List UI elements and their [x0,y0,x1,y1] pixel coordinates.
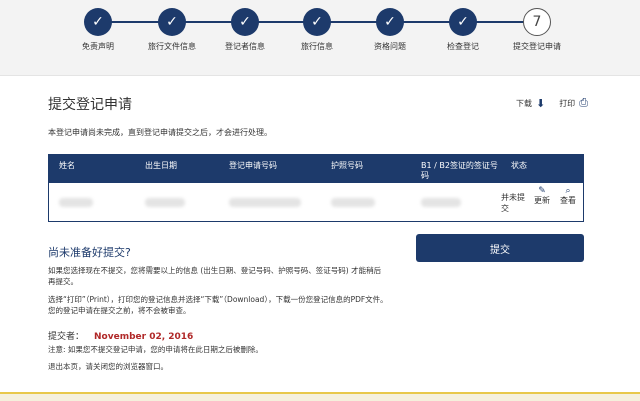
check-icon: ✓ [449,8,477,36]
registration-table: 姓名 出生日期 登记申请号码 护照号码 B1 / B2签证的签证号码 状态 并未… [48,154,584,222]
step-travel-docs: ✓ 旅行文件信息 [135,8,209,52]
redacted-name [59,198,93,207]
download-icon: ⬇ [535,96,546,110]
check-icon: ✓ [231,8,259,36]
col-dob: 出生日期 [145,161,177,170]
submitted-by-label: 提交者： [48,332,85,342]
redacted-passport [331,198,375,207]
step-label: 旅行信息 [301,42,333,51]
step-label: 检查登记 [447,42,479,51]
download-button[interactable]: 下载 ⬇ [516,97,545,110]
not-ready-para-1: 如果您选择现在不提交，您将需要以上的信息 (出生日期、登记号码、护照号码、签证号… [48,266,382,286]
step-label: 提交登记申请 [513,42,561,51]
step-eligibility: ✓ 资格问题 [353,8,427,52]
download-label: 下载 [515,98,532,108]
check-icon: ✓ [158,8,186,36]
progress-stepper: ✓ 免责声明 ✓ 旅行文件信息 ✓ 登记者信息 ✓ 旅行信息 ✓ 资格问题 ✓ … [0,0,640,76]
status-text: 并未提交 [501,193,525,213]
step-registrant: ✓ 登记者信息 [208,8,282,52]
col-status: 状态 [511,161,527,170]
check-icon: ✓ [376,8,404,36]
step-label: 免责声明 [82,42,114,51]
submit-deadline: 提交者： November 02, 2016 [48,329,193,342]
step-review: ✓ 检查登记 [426,8,500,52]
deletion-note: 注意: 如果您不提交登记申请，您的申请将在此日期之后被删除。 [48,345,263,354]
step-submit: 7 提交登记申请 [500,8,574,52]
printer-icon: ⎙ [579,96,588,109]
redacted-dob [145,198,185,207]
redacted-visa-number [421,198,461,207]
page-title: 提交登记申请 [48,97,132,113]
step-travel-info: ✓ 旅行信息 [280,8,354,52]
col-name: 姓名 [59,161,75,170]
update-label: 更新 [534,196,550,205]
footer-bar [0,392,640,401]
exit-note: 退出本页，请关闭您的浏览器窗口。 [48,362,168,371]
update-button[interactable]: ✎ 更新 [531,186,553,206]
print-button[interactable]: 打印 ⎙ [559,96,588,110]
check-icon: ✓ [303,8,331,36]
search-icon: ⌕ [565,186,571,196]
not-ready-heading: 尚未准备好提交? [48,246,131,259]
submission-panel: 提交登记申请 下载 ⬇ 打印 ⎙ 本登记申请尚未完成，直到登记申请提交之后，才会… [26,76,628,386]
page-actions: 下载 ⬇ 打印 ⎙ [516,96,588,110]
step-number: 7 [523,8,551,36]
redacted-app-number [229,198,301,207]
incomplete-notice: 本登记申请尚未完成，直到登记申请提交之后，才会进行处理。 [48,128,272,137]
check-icon: ✓ [84,8,112,36]
table-header: 姓名 出生日期 登记申请号码 护照号码 B1 / B2签证的签证号码 状态 [49,155,583,183]
print-label: 打印 [559,98,576,108]
table-row: 并未提交 ✎ 更新 ⌕ 查看 [49,183,583,221]
view-button[interactable]: ⌕ 查看 [557,186,579,206]
submit-button[interactable]: 提交 [416,234,584,262]
col-visa-number: B1 / B2签证的签证号码 [421,161,498,180]
col-passport: 护照号码 [331,161,363,170]
step-label: 旅行文件信息 [148,42,196,51]
submitted-by-date: November 02, 2016 [94,332,194,342]
step-label: 登记者信息 [225,42,265,51]
not-ready-para-2: 选择“打印”（Print），打印您的登记信息并选择“下载”（Download），… [48,295,388,315]
view-label: 查看 [560,196,576,205]
pencil-icon: ✎ [538,186,546,196]
step-disclaimer: ✓ 免责声明 [61,8,135,52]
step-label: 资格问题 [374,42,406,51]
col-app-number: 登记申请号码 [229,161,277,170]
